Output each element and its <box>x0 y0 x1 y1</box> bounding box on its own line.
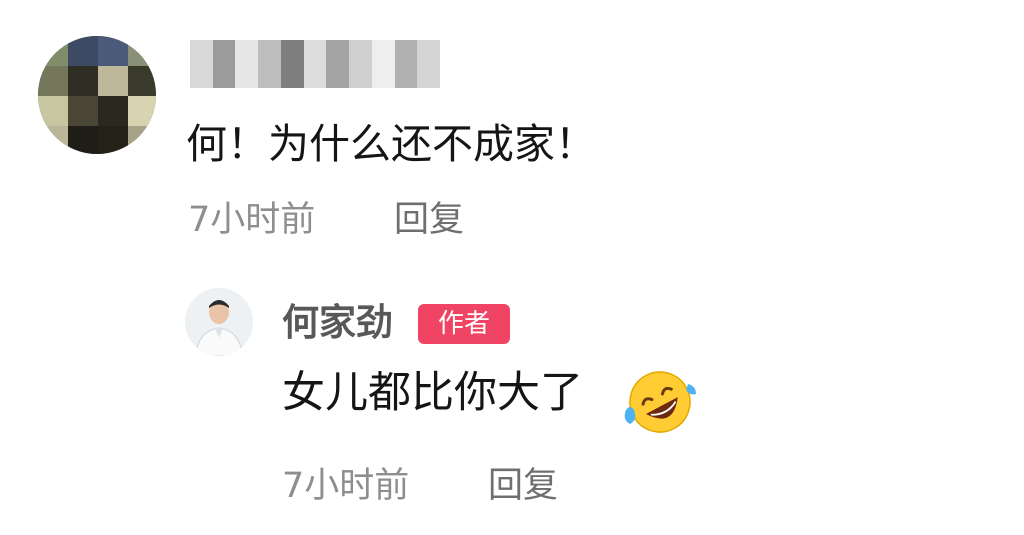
reply-reply-button[interactable]: 回复 <box>488 462 558 510</box>
author-photo-icon <box>185 288 253 356</box>
comment-timestamp: 7小时前 <box>188 200 316 240</box>
comment-thread: 何！为什么还不成家！ 7小时前 回复 何家劲 作者 女儿都比你大了 7小时前 回… <box>0 0 1024 535</box>
comment-reply-button[interactable]: 回复 <box>394 196 464 244</box>
rolling-on-floor-laughing-emoji-icon <box>624 371 696 433</box>
author-badge: 作者 <box>418 304 510 344</box>
author-avatar[interactable] <box>185 288 253 356</box>
commenter-username-redacted[interactable] <box>190 40 440 88</box>
author-name[interactable]: 何家劲 <box>282 298 393 348</box>
reply-timestamp: 7小时前 <box>282 466 410 506</box>
reply-text: 女儿都比你大了 <box>282 368 583 418</box>
comment-text: 何！为什么还不成家！ <box>186 120 596 168</box>
commenter-avatar[interactable] <box>38 36 156 154</box>
